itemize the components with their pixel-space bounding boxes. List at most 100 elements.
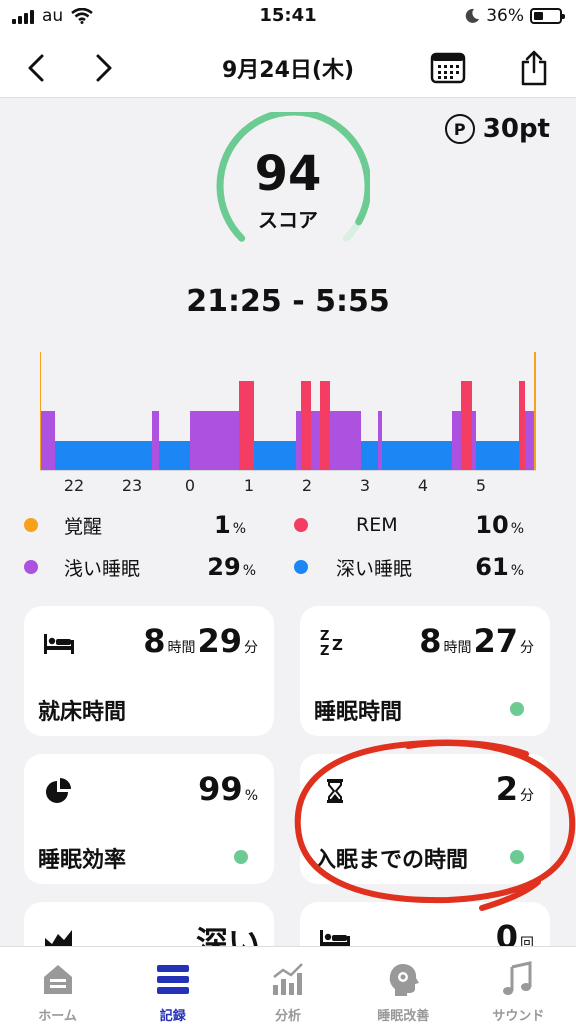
status-right: 36% [464, 6, 565, 26]
hypnogram-hour-label: 1 [244, 476, 254, 495]
score-label: スコア [258, 208, 318, 232]
bed-time-card[interactable]: 8 時間 29 分 就床時間 [24, 606, 274, 736]
hypnogram-hour-label: 0 [185, 476, 195, 495]
points-value: 30pt [482, 114, 550, 144]
hypnogram-segment-rem [320, 381, 330, 470]
tab-home-label: ホーム [38, 1009, 77, 1024]
legend-rem-value: 10% [475, 511, 524, 539]
legend-rem-dot [294, 518, 308, 532]
score-value: 94 [254, 146, 322, 202]
sleep-time-label: 睡眠時間 [314, 700, 403, 725]
hypnogram-segment-light [452, 411, 461, 470]
hypnogram-segment-light [330, 411, 361, 470]
status-dot [510, 702, 524, 716]
pie-icon [46, 778, 71, 803]
sleep-time-value: 8 時間 27 分 [419, 622, 534, 660]
legend-awake-name: 覚醒 [64, 515, 103, 538]
legend-awake-value: 1% [213, 511, 246, 539]
tab-analysis-label: 分析 [275, 1009, 302, 1024]
hypnogram-segment-light [311, 411, 320, 470]
hypnogram-hour-label: 23 [122, 476, 142, 495]
tab-home[interactable]: ホーム [0, 947, 115, 1024]
battery-percent: 36% [486, 6, 524, 26]
sleep-time-range: 21:25 - 5:55 [186, 284, 390, 319]
record-icon [153, 959, 193, 999]
share-button[interactable] [512, 46, 556, 90]
share-icon [521, 50, 547, 86]
svg-text:Z: Z [320, 629, 329, 644]
sleep-time-card[interactable]: Z Z Z 8 時間 27 分 睡眠時間 [300, 606, 550, 736]
hypnogram-segment-deep [382, 441, 452, 470]
zzz-icon: Z Z Z [320, 629, 343, 658]
legend-light: 浅い睡眠 29% [24, 550, 256, 584]
sound-icon [498, 959, 538, 999]
hypnogram-segment-deep [159, 441, 190, 470]
hypnogram-hour-label: 4 [418, 476, 428, 495]
legend-rem: REM 10% [294, 508, 524, 542]
hypnogram-segment-light [190, 411, 239, 470]
improve-icon [383, 959, 423, 999]
bed-time-value: 8 時間 29 分 [143, 622, 258, 660]
status-bar: au 15:41 36% [0, 0, 576, 36]
calendar-icon [430, 52, 466, 84]
tab-improve-label: 睡眠改善 [377, 1009, 430, 1024]
sleep-efficiency-label: 睡眠効率 [38, 848, 127, 873]
sleep-latency-card[interactable]: 2分 入眠までの時間 [300, 754, 550, 884]
legend-deep-value: 61% [475, 553, 524, 581]
page-title: 9月24日(木) [221, 58, 355, 83]
status-dot [234, 850, 248, 864]
svg-text:Z: Z [332, 636, 343, 654]
hypnogram-segment-rem [519, 381, 525, 470]
hypnogram-segment-deep [476, 441, 519, 470]
hypnogram-hour-label: 3 [360, 476, 370, 495]
hypnogram-hour-label: 22 [64, 476, 84, 495]
legend-deep: 深い睡眠 61% [294, 550, 524, 584]
legend-light-dot [24, 560, 38, 574]
hypnogram-hour-label: 5 [476, 476, 486, 495]
header: 9月24日(木) [0, 36, 576, 98]
hourglass-icon [327, 779, 343, 803]
hypnogram-segment-rem [461, 381, 472, 470]
points-badge[interactable]: P 30pt [444, 114, 550, 144]
hypnogram-segment-deep [55, 441, 152, 470]
sleep-latency-value: 2分 [495, 770, 534, 808]
bed-time-label: 就床時間 [38, 700, 127, 725]
battery-icon [530, 8, 565, 24]
legend-deep-name: 深い睡眠 [336, 557, 413, 580]
hypnogram-segment-rem [301, 381, 311, 470]
legend-light-value: 29% [207, 553, 256, 581]
hypnogram-segment-light [525, 411, 534, 470]
sleep-latency-label: 入眠までの時間 [314, 848, 469, 873]
hypnogram-segment-light [472, 411, 476, 470]
tab-record-label: 記録 [159, 1009, 186, 1024]
hypnogram-segment-light [152, 411, 159, 470]
tab-bar: ホーム 記録 分析 睡眠改善 サウンド [0, 946, 576, 1024]
status-dot [510, 850, 524, 864]
hypnogram-segment-light [40, 411, 55, 470]
bed-icon [44, 634, 74, 654]
hypnogram-chart: 22 23 0 1 2 3 4 5 [40, 352, 536, 495]
tab-analysis[interactable]: 分析 [230, 947, 345, 1024]
points-icon: P [444, 114, 475, 144]
tab-record[interactable]: 記録 [115, 947, 230, 1024]
hypnogram-segment-deep [361, 441, 378, 470]
tab-sound-label: サウンド [492, 1009, 545, 1024]
hypnogram-segment-light [378, 411, 382, 470]
tab-improve[interactable]: 睡眠改善 [346, 947, 461, 1024]
legend-awake: 覚醒 1% [24, 508, 246, 542]
hypnogram-segment-rem [239, 381, 254, 470]
calendar-button[interactable] [426, 46, 470, 90]
tab-sound[interactable]: サウンド [461, 947, 576, 1024]
hypnogram-segment-deep [254, 441, 296, 470]
legend-deep-dot [294, 560, 308, 574]
hypnogram-segment-light [296, 411, 301, 470]
hypnogram-segment-awake [534, 352, 536, 470]
legend-light-name: 浅い睡眠 [64, 557, 141, 580]
legend-awake-dot [24, 518, 38, 532]
sleep-efficiency-card[interactable]: 99% 睡眠効率 [24, 754, 274, 884]
moon-icon [465, 8, 480, 23]
hypnogram-hour-label: 2 [302, 476, 312, 495]
legend-rem-name: REM [356, 514, 398, 536]
sleep-efficiency-value: 99% [198, 770, 258, 808]
analysis-icon [268, 959, 308, 999]
